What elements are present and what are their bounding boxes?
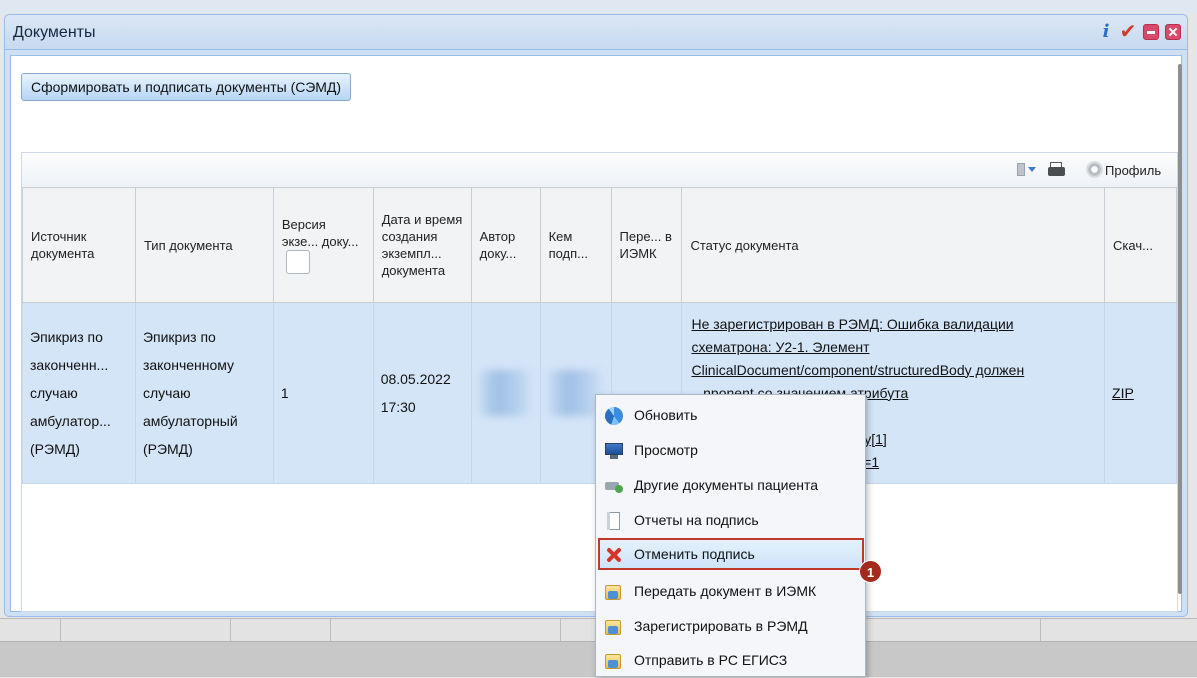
cell-line: (РЭМД) xyxy=(142,441,193,457)
column-header-iemk[interactable]: Пере... в ИЭМК xyxy=(610,187,683,303)
cell-created: 08.05.2022 17:30 xyxy=(372,302,472,484)
cell-line: законченн... xyxy=(30,357,109,373)
column-header-status[interactable]: Статус документа xyxy=(681,187,1106,303)
background-app-strip xyxy=(0,0,1197,14)
menu-item-label: Отправить в РС ЕГИСЗ xyxy=(634,652,788,668)
refresh-icon xyxy=(605,407,623,425)
checkmark-icon[interactable]: ✔ xyxy=(1119,22,1137,42)
cell-date: 08.05.2022 xyxy=(380,371,451,387)
cell-time: 17:30 xyxy=(380,399,416,415)
print-icon[interactable] xyxy=(1048,162,1065,178)
menu-item-label: Просмотр xyxy=(634,442,698,458)
menu-item-label: Передать документ в ИЭМК xyxy=(634,583,817,599)
column-header-version[interactable]: Версия экзе... доку... xyxy=(272,187,374,303)
header-checkbox[interactable] xyxy=(285,250,310,274)
menu-item-view[interactable]: Просмотр xyxy=(598,434,863,468)
column-header-signed-by[interactable]: Кем подп... xyxy=(539,187,612,303)
vertical-scrollbar[interactable] xyxy=(1178,64,1183,604)
cell-line: законченному xyxy=(142,357,235,373)
cell-line: амбулатор... xyxy=(30,413,111,429)
window-title: Документы xyxy=(13,24,96,41)
annotation-badge: 1 xyxy=(859,560,882,583)
cancel-icon xyxy=(605,546,623,564)
close-icon[interactable] xyxy=(1165,24,1181,40)
menu-item-label: Обновить xyxy=(634,407,698,423)
columns-menu-icon[interactable] xyxy=(1017,163,1039,177)
blurred-author xyxy=(478,370,533,416)
cell-author xyxy=(470,302,541,484)
menu-item-other-patient-documents[interactable]: Другие документы пациента xyxy=(598,469,863,503)
menu-item-refresh[interactable]: Обновить xyxy=(598,399,863,433)
cell-line: Эпикриз по xyxy=(142,329,216,345)
grid-toolbar: Профиль xyxy=(22,153,1177,188)
folder-send-icon xyxy=(605,618,623,636)
column-header-created[interactable]: Дата и время создания экземпл... докумен… xyxy=(372,187,472,303)
column-header-author[interactable]: Автор доку... xyxy=(470,187,541,303)
window-tools: i ✔ xyxy=(1099,22,1181,42)
cell-source: Эпикриз по законченн... случаю амбулатор… xyxy=(22,302,136,484)
cell-download: ZIP xyxy=(1104,302,1177,484)
gear-icon[interactable] xyxy=(1086,161,1103,178)
menu-item-label: Другие документы пациента xyxy=(634,477,819,493)
menu-item-send-to-iemk[interactable]: Передать документ в ИЭМК xyxy=(598,575,863,609)
documents-icon xyxy=(605,477,623,495)
cell-line: случаю xyxy=(142,385,191,401)
status-link-line[interactable]: схематрона: У2-1. Элемент xyxy=(689,336,1097,359)
menu-item-cancel-signature[interactable]: Отменить подпись xyxy=(598,538,864,570)
download-zip-link[interactable]: ZIP xyxy=(1112,385,1134,401)
cell-line: амбулаторный xyxy=(142,413,238,429)
column-header-download[interactable]: Скач... xyxy=(1104,187,1177,303)
cell-type: Эпикриз по законченному случаю амбулатор… xyxy=(134,302,274,484)
menu-item-send-to-rs-egisz[interactable]: Отправить в РС ЕГИСЗ xyxy=(598,644,863,678)
menu-item-label: Зарегистрировать в РЭМД xyxy=(634,618,808,634)
info-icon[interactable]: i xyxy=(1099,23,1113,41)
window-title-bar[interactable]: Документы i ✔ xyxy=(5,15,1187,50)
cell-line: (РЭМД) xyxy=(30,441,80,457)
column-header-source[interactable]: Источник документа xyxy=(22,187,136,303)
menu-item-label: Отчеты на подпись xyxy=(634,512,759,528)
menu-item-label: Отменить подпись xyxy=(634,546,755,562)
report-icon xyxy=(605,512,623,530)
menu-item-reports-to-sign[interactable]: Отчеты на подпись xyxy=(598,504,863,538)
status-link-line[interactable]: Не зарегистрирован в РЭМД: Ошибка валида… xyxy=(689,313,1097,336)
folder-send-icon xyxy=(605,652,623,670)
column-header-type[interactable]: Тип документа xyxy=(134,187,274,303)
monitor-icon xyxy=(605,442,623,460)
minimize-icon[interactable] xyxy=(1143,24,1159,40)
menu-item-register-in-remd[interactable]: Зарегистрировать в РЭМД xyxy=(598,610,863,644)
cell-line: случаю xyxy=(30,385,78,401)
scrollbar-thumb[interactable] xyxy=(1178,64,1182,594)
create-and-sign-documents-button[interactable]: Сформировать и подписать документы (СЭМД… xyxy=(21,73,352,101)
cell-line: Эпикриз по xyxy=(30,329,103,345)
table-header-row: Источник документа Тип документа Версия … xyxy=(22,187,1177,303)
context-menu: Обновить Просмотр Другие документы пацие… xyxy=(595,394,866,677)
folder-send-icon xyxy=(605,583,623,601)
profile-button[interactable]: Профиль xyxy=(1105,163,1161,178)
cell-version: 1 xyxy=(272,302,374,484)
status-link-line[interactable]: ClinicalDocument/component/structuredBod… xyxy=(689,359,1097,382)
column-header-version-label: Версия экзе... доку... xyxy=(281,217,359,249)
